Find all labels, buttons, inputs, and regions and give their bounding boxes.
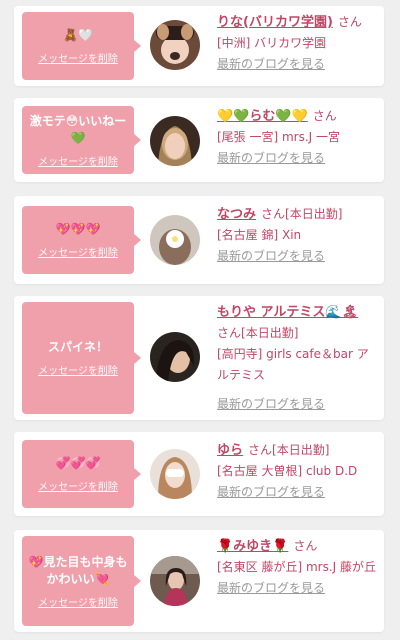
message-card: 🧸🤍 メッセージを削除 りな(バリカワ学園) さん [中洲] バリカワ学園 最新の… <box>14 6 384 86</box>
message-card: 💞💞💞 メッセージを削除 ゆら さん[本日出勤] [名古屋 大曽根] club D… <box>14 432 384 516</box>
message-bubble: 💖💖💖 メッセージを削除 <box>22 206 141 274</box>
latest-blog-link[interactable]: 最新のブログを見る <box>217 482 377 503</box>
latest-blog-link[interactable]: 最新のブログを見る <box>217 394 377 415</box>
message-bubble: スパイネ！ メッセージを削除 <box>22 302 141 414</box>
shop-name: [尾張 一宮] mrs.J 一宮 <box>217 130 341 144</box>
delete-message-link[interactable]: メッセージを削除 <box>38 362 118 377</box>
message-bubble: 🧸🤍 メッセージを削除 <box>22 12 141 80</box>
user-name-link[interactable]: なつみ <box>217 207 256 222</box>
message-text: スパイネ！ <box>47 340 108 354</box>
avatar[interactable] <box>150 20 200 70</box>
work-status: [本日出勤] <box>285 207 343 221</box>
avatar[interactable] <box>150 332 200 382</box>
user-name-link[interactable]: 💛💚らむ💚💛 <box>217 109 308 124</box>
work-status: [本日出勤] <box>272 443 330 457</box>
avatar-photo <box>150 449 200 499</box>
message-bubble: 💞💞💞 メッセージを削除 <box>22 440 141 508</box>
message-text: 💞💞💞 <box>55 456 101 470</box>
honorific: さん <box>261 207 286 221</box>
avatar[interactable] <box>150 215 200 265</box>
delete-message-link[interactable]: メッセージを削除 <box>38 50 118 65</box>
message-text: 💖見た目も中身もかわいい💘 <box>28 554 128 586</box>
latest-blog-link[interactable]: 最新のブログを見る <box>217 578 377 599</box>
shop-name: [名古屋 錦] Xin <box>217 228 302 242</box>
honorific: さん <box>337 15 362 29</box>
message-card: 💖💖💖 メッセージを削除 なつみ さん[本日出勤] [名古屋 錦] Xin 最新の… <box>14 196 384 284</box>
avatar-photo <box>150 116 200 166</box>
shop-name: [中洲] バリカワ学園 <box>217 36 327 50</box>
avatar-photo <box>150 556 200 606</box>
avatar[interactable] <box>150 556 200 606</box>
message-card: スパイネ！ メッセージを削除 もりや アルテミス🌊🏝 さん[本日出勤] [高円寺… <box>14 296 384 420</box>
user-name-link[interactable]: もりや アルテミス🌊🏝 <box>217 305 358 320</box>
avatar[interactable] <box>150 116 200 166</box>
avatar-photo <box>150 215 200 265</box>
work-status: [本日出勤] <box>241 326 299 340</box>
delete-message-link[interactable]: メッセージを削除 <box>38 153 118 168</box>
message-text: 🧸🤍 <box>63 28 93 42</box>
honorific: さん <box>312 109 337 123</box>
honorific: さん <box>293 539 318 553</box>
message-card: 激モテ😳いいねー💚 メッセージを削除 💛💚らむ💚💛 さん [尾張 一宮] mrs.… <box>14 98 384 182</box>
shop-name: [名東区 藤が丘] mrs.J 藤が丘 <box>217 560 377 574</box>
shop-name: [名古屋 大曽根] club D.D <box>217 464 358 478</box>
user-name-link[interactable]: ゆら <box>217 443 243 458</box>
latest-blog-link[interactable]: 最新のブログを見る <box>217 246 377 267</box>
delete-message-link[interactable]: メッセージを削除 <box>38 478 118 493</box>
latest-blog-link[interactable]: 最新のブログを見る <box>217 148 377 169</box>
message-text: 激モテ😳いいねー💚 <box>29 113 127 145</box>
avatar-photo <box>150 332 200 382</box>
avatar-photo <box>150 20 200 70</box>
user-name-link[interactable]: 🌹みゆき🌹 <box>217 539 288 554</box>
message-card: 💖見た目も中身もかわいい💘 メッセージを削除 🌹みゆき🌹 さん [名東区 藤が丘]… <box>14 530 384 632</box>
latest-blog-link[interactable]: 最新のブログを見る <box>217 54 377 75</box>
honorific: さん <box>248 443 273 457</box>
user-name-link[interactable]: りな(バリカワ学園) <box>217 15 333 30</box>
message-bubble: 💖見た目も中身もかわいい💘 メッセージを削除 <box>22 536 141 626</box>
avatar[interactable] <box>150 449 200 499</box>
delete-message-link[interactable]: メッセージを削除 <box>38 244 118 259</box>
honorific: さん <box>217 326 242 340</box>
delete-message-link[interactable]: メッセージを削除 <box>38 594 118 609</box>
shop-name: [高円寺] girls cafe＆bar アルテミス <box>217 347 369 382</box>
message-bubble: 激モテ😳いいねー💚 メッセージを削除 <box>22 106 141 174</box>
message-text: 💖💖💖 <box>55 222 101 236</box>
